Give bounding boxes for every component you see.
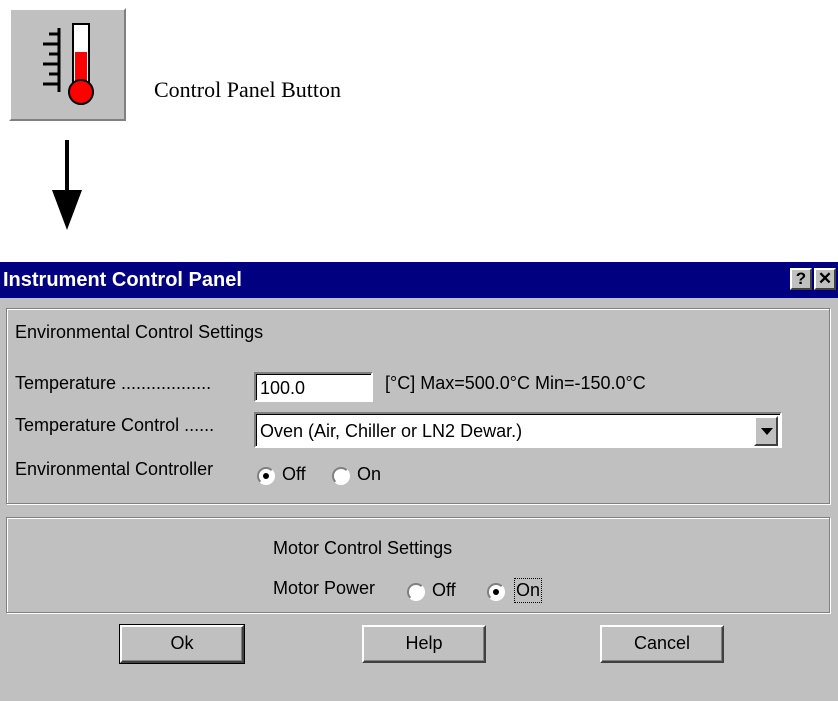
temperature-control-value: Oven (Air, Chiller or LN2 Dewar.) (260, 421, 523, 441)
cancel-button[interactable]: Cancel (600, 625, 724, 663)
help-button[interactable]: Help (362, 625, 486, 663)
ok-button[interactable]: Ok (119, 624, 245, 664)
env-controller-on-radio[interactable] (332, 467, 350, 485)
control-panel-button[interactable] (9, 8, 126, 121)
help-icon[interactable]: ? (790, 268, 812, 290)
dialog-title: Instrument Control Panel (3, 269, 242, 291)
motor-power-off-radio[interactable] (407, 583, 425, 601)
motor-power-off-label: Off (432, 580, 456, 600)
motor-power-on-label: On (513, 578, 543, 603)
control-panel-caption: Control Panel Button (154, 77, 341, 102)
temperature-label: Temperature .................. (15, 373, 212, 393)
env-controller-off-label: Off (282, 464, 306, 484)
temperature-input[interactable]: 100.0 (254, 372, 373, 402)
env-controller-on-label: On (357, 464, 382, 484)
motor-power-on-radio[interactable] (487, 583, 505, 601)
environmental-heading: Environmental Control Settings (15, 322, 264, 342)
motor-settings-group: Motor Control Settings Motor Power Off O… (6, 517, 830, 613)
thermometer-icon (43, 23, 94, 105)
environmental-settings-group: Environmental Control Settings Temperatu… (6, 308, 830, 504)
temperature-range: [°C] Max=500.0°C Min=-150.0°C (385, 373, 646, 393)
temperature-control-select[interactable]: Oven (Air, Chiller or LN2 Dewar.) (254, 412, 782, 448)
down-arrow-icon (52, 140, 82, 230)
close-icon[interactable]: ✕ (814, 268, 836, 290)
temperature-control-label: Temperature Control ...... (15, 415, 215, 435)
title-bar: Instrument Control Panel ? ✕ (0, 262, 838, 298)
environmental-controller-label: Environmental Controller (15, 459, 214, 479)
motor-heading: Motor Control Settings (273, 538, 453, 558)
instrument-control-panel-dialog: Instrument Control Panel ? ✕ Environment… (0, 262, 838, 701)
motor-power-label: Motor Power (273, 578, 376, 598)
env-controller-off-radio[interactable] (257, 467, 275, 485)
chevron-down-icon[interactable] (754, 416, 778, 446)
